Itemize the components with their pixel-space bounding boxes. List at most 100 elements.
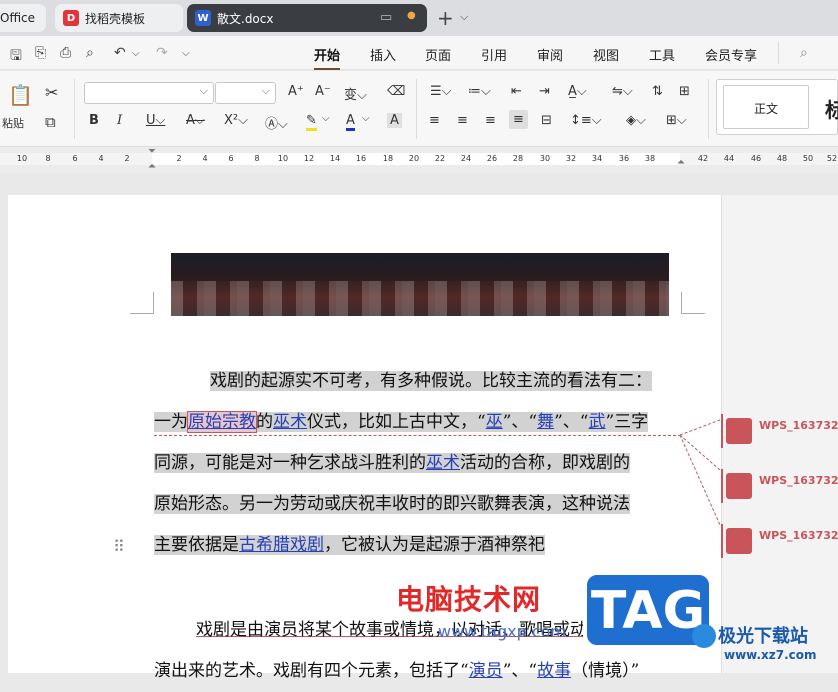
drag-handle-icon[interactable]: ⠿ (113, 537, 125, 556)
export-icon[interactable]: ⎘ (35, 45, 46, 61)
italic-button[interactable]: I (117, 113, 122, 128)
comment-author[interactable]: WPS_1637320 (759, 474, 838, 487)
cut-icon[interactable]: ✂ (45, 83, 58, 102)
bullet-list-icon[interactable]: ☰⌵ (430, 84, 452, 99)
increase-indent-icon[interactable]: ⇥ (539, 84, 550, 99)
grow-font-icon[interactable]: A⁺ (288, 84, 304, 99)
print-preview-icon[interactable]: ⌕ (86, 45, 94, 61)
line-spacing-icon[interactable]: ↕≡⌵ (570, 113, 602, 128)
undo-icon[interactable]: ↶ (114, 45, 126, 61)
comment-author[interactable]: WPS_1637320 (759, 419, 838, 432)
tab-document[interactable]: W 散文.docx ▭ ● (187, 4, 427, 32)
hyperlink[interactable]: 巫术 (273, 412, 307, 432)
ruler-number: 38 (644, 154, 656, 163)
comment-avatar-icon (726, 473, 752, 499)
style-heading-label[interactable]: 标 (825, 94, 838, 123)
menu-view[interactable]: 视图 (593, 45, 619, 64)
new-tab-icon[interactable]: + (437, 6, 454, 30)
menu-home[interactable]: 开始 (314, 45, 341, 70)
hyperlink[interactable]: 原始宗教 (187, 411, 257, 433)
sort-icon[interactable]: ⇅ (652, 84, 663, 99)
align-right-icon[interactable]: ≡ (485, 113, 496, 128)
ruler-number: 4 (202, 154, 208, 163)
menu-member[interactable]: 会员专享 (705, 45, 757, 64)
undo-dropdown-icon[interactable]: ⌵ (132, 48, 140, 59)
ruler-number: 34 (591, 154, 603, 163)
tab-templates[interactable]: D 找稻壳模板 (55, 4, 183, 32)
hyperlink[interactable]: 故事 (537, 661, 571, 681)
show-marks-icon[interactable]: ⊞ (679, 84, 690, 99)
menu-references[interactable]: 引用 (481, 45, 507, 64)
font-name-select[interactable] (84, 82, 214, 104)
ruler-number: 12 (303, 154, 315, 163)
superscript-button[interactable]: X²⌵ (224, 113, 248, 128)
font-color-dropdown-icon[interactable]: ⌵ (362, 113, 370, 124)
hyperlink[interactable]: 巫 (486, 412, 503, 432)
text-effect-icon[interactable]: Ⓐ⌵ (265, 113, 288, 132)
text-run: 演出来的艺术。戏剧有四个元素，包括了“ (154, 661, 469, 681)
menu-bar: 🖫 ⎘ ⎙ ⌕ ↶ ⌵ ↷ ⌵ 开始 插入 页面 引用 审阅 视图 工具 会员专… (0, 36, 838, 70)
distributed-align-icon[interactable]: ⊟ (541, 113, 552, 128)
text-line: 原始形态。另一为劳动或庆祝丰收时的即兴歌舞表演，这种说法 (154, 494, 630, 514)
search-icon[interactable]: ⌕ (800, 45, 808, 61)
ruler[interactable]: 10 8 6 4 2 2 4 6 8 10 12 14 16 18 20 22 … (0, 146, 838, 173)
text-run: ，它被认为是起源于酒神祭祀 (324, 535, 545, 555)
strikethrough-button[interactable]: A⌵ (186, 113, 205, 128)
copy-format-icon[interactable]: ⧉ (45, 113, 56, 131)
ruler-number: 2 (124, 154, 130, 163)
tab-office[interactable]: Office (0, 4, 46, 32)
phonetic-icon[interactable]: 变⌵ (344, 84, 367, 103)
underline-button[interactable]: U⌵ (146, 113, 165, 128)
paste-icon[interactable]: 📋 (8, 83, 33, 107)
ruler-number: 10 (16, 154, 28, 163)
more-chevron-icon[interactable]: ⌵ (182, 48, 190, 59)
menu-insert[interactable]: 插入 (370, 45, 396, 64)
menu-review[interactable]: 审阅 (537, 45, 563, 64)
redo-icon[interactable]: ↷ (156, 45, 168, 61)
hyperlink[interactable]: 巫术 (426, 453, 460, 473)
numbered-list-icon[interactable]: ≔⌵ (468, 84, 491, 99)
hyperlink[interactable]: 古希腊戏剧 (239, 535, 324, 555)
ruler-number: 32 (565, 154, 577, 163)
text-direction-icon[interactable]: ⇋⌵ (612, 84, 633, 99)
ruler-number: 4 (98, 154, 104, 163)
align-center-icon[interactable]: ≡ (457, 113, 468, 128)
save-icon[interactable]: 🖫 (10, 45, 22, 69)
tab-list-chevron-icon[interactable]: ⌵ (460, 10, 468, 24)
highlight-icon[interactable]: ✎ (306, 113, 317, 131)
right-indent-marker-icon[interactable]: ⏶ (677, 157, 685, 168)
font-size-select[interactable] (215, 82, 276, 104)
shrink-font-icon[interactable]: A⁻ (315, 84, 331, 99)
font-color-icon[interactable]: A (346, 113, 355, 131)
menu-tools[interactable]: 工具 (649, 45, 675, 64)
comment-avatar-icon (726, 418, 752, 444)
style-normal[interactable]: 正文 (723, 85, 809, 129)
text-run: 的 (256, 412, 273, 432)
unsaved-dot-icon: ● (407, 10, 416, 21)
brand-name: 极光下载站 (718, 626, 808, 647)
hyperlink[interactable]: 舞 (537, 412, 554, 432)
bold-button[interactable]: B (89, 113, 99, 128)
hyperlink[interactable]: 武 (588, 412, 605, 432)
comment-author[interactable]: WPS_1637320 (759, 529, 838, 542)
first-indent-marker-icon[interactable]: ⏷ (148, 146, 156, 157)
hanging-indent-marker-icon[interactable]: ⏶ (148, 161, 156, 172)
decrease-indent-icon[interactable]: ⇤ (511, 84, 522, 99)
print-icon[interactable]: ⎙ (60, 45, 71, 61)
screen-icon[interactable]: ▭ (380, 10, 392, 25)
char-shading-icon[interactable]: A (387, 113, 402, 128)
hyperlink[interactable]: 演员 (469, 661, 503, 681)
align-left-icon[interactable]: ≡ (429, 113, 440, 128)
ruler-number: 16 (355, 154, 367, 163)
justify-icon[interactable]: ≡ (509, 110, 528, 129)
shading-icon[interactable]: ◈⌵ (626, 113, 646, 128)
highlight-dropdown-icon[interactable]: ⌵ (322, 113, 330, 124)
ruler-number: 30 (539, 154, 551, 163)
clear-format-icon[interactable]: ⌫ (387, 84, 405, 99)
chinese-layout-icon[interactable]: A̲⌵ (568, 84, 587, 99)
text-run: 仪式，比如上古中文，“ (307, 412, 486, 432)
paragraph-1[interactable]: 戏剧的起源实不可考，有多种假说。比较主流的看法有二： 一为原始宗教的巫术仪式，比… (154, 361, 684, 566)
borders-icon[interactable]: ⊞⌵ (666, 113, 687, 128)
paste-label[interactable]: 粘贴 (2, 115, 24, 131)
menu-page[interactable]: 页面 (425, 45, 451, 64)
